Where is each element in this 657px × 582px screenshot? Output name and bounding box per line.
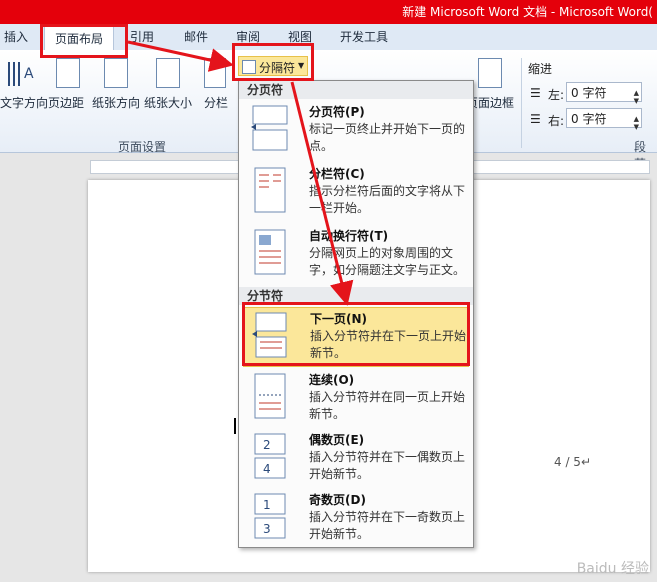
watermark: Baidu 经验 [576,561,649,577]
arrow-to-next-page [290,81,354,306]
annotation-arrows [127,40,354,306]
arrow-to-breaks [127,40,234,72]
